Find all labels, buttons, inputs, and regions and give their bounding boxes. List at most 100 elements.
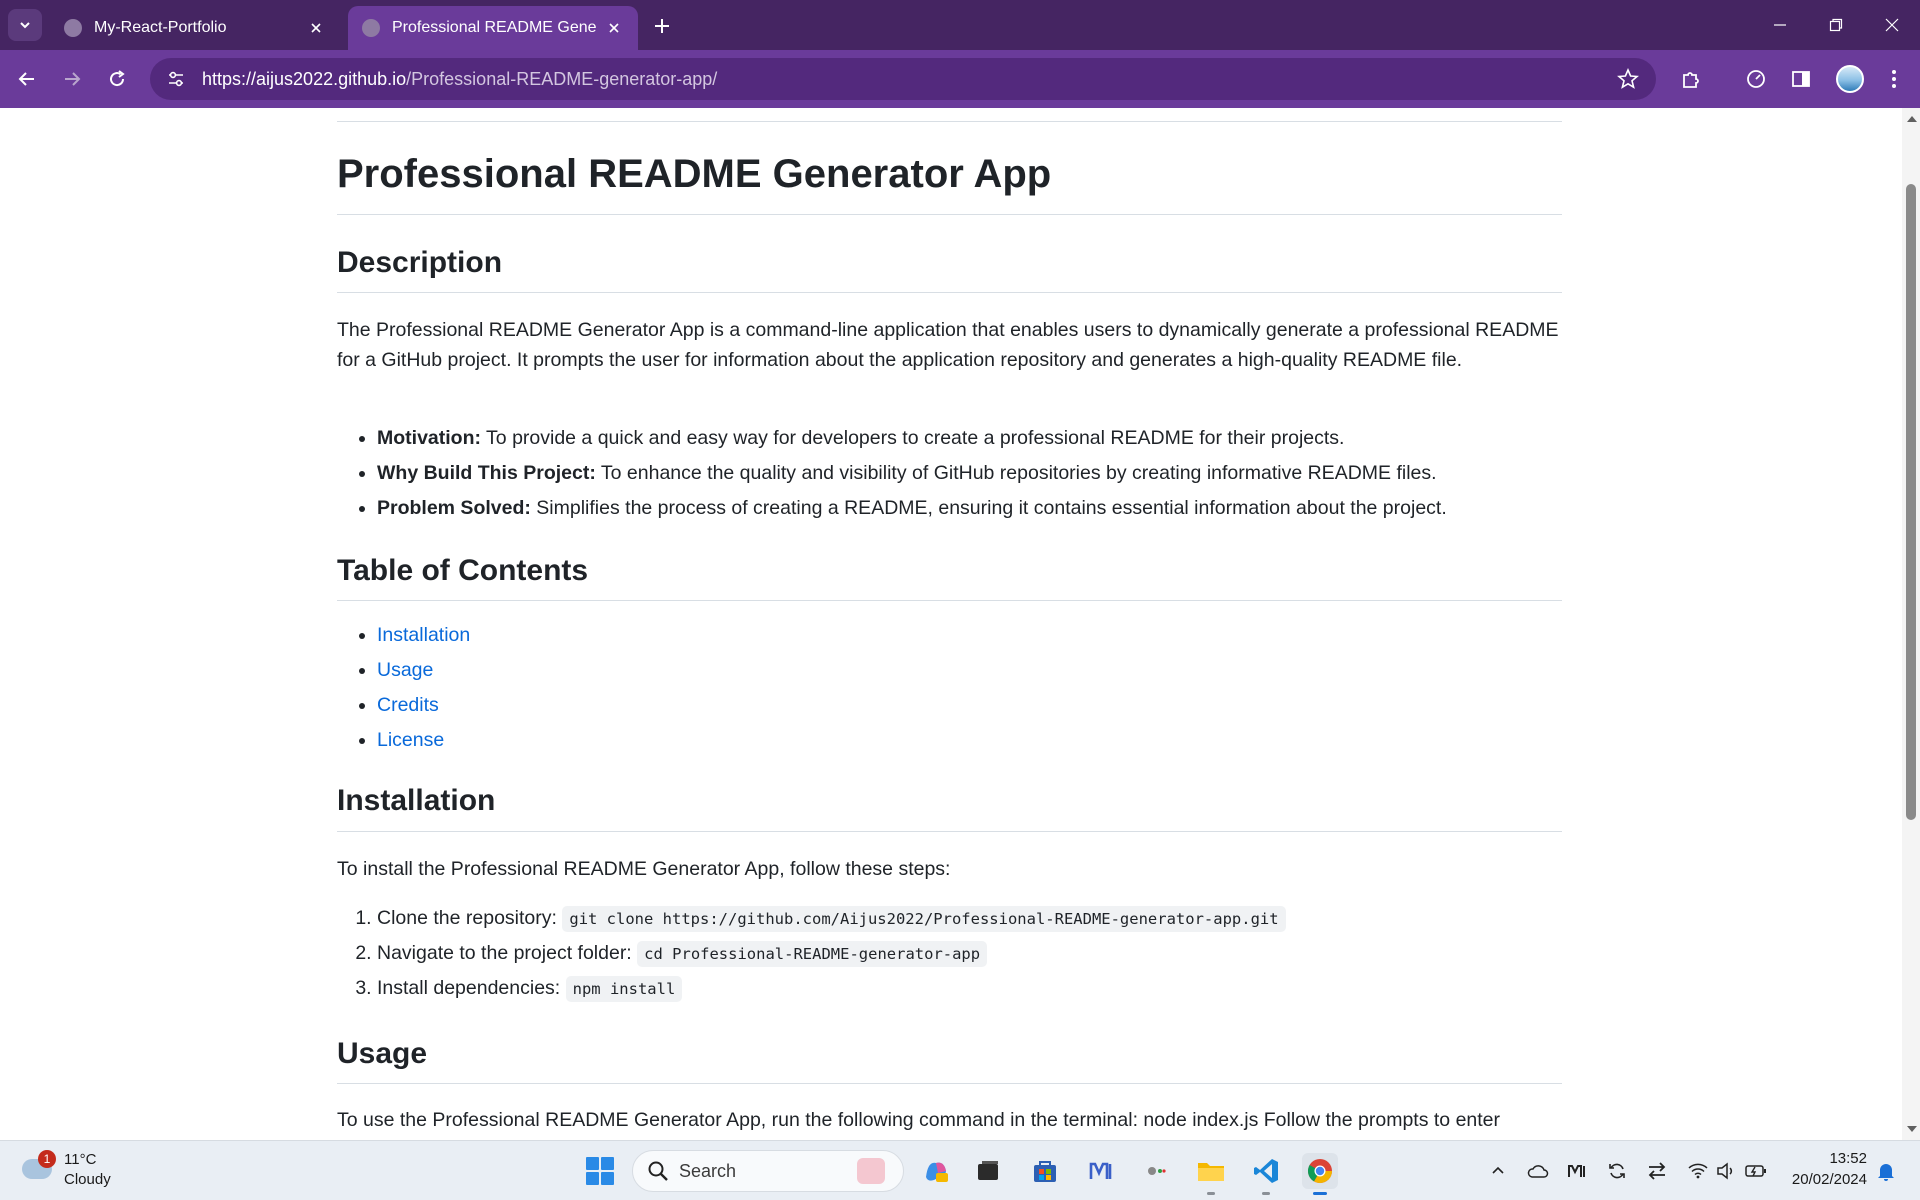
scroll-up-arrow-icon[interactable] — [1907, 116, 1917, 122]
colorful-app-icon[interactable] — [1138, 1153, 1174, 1189]
weather-condition: Cloudy — [64, 1171, 111, 1188]
arrow-right-icon — [65, 72, 81, 86]
section-heading-installation: Installation — [337, 784, 496, 817]
weather-widget[interactable]: 1 11°C Cloudy — [22, 1149, 142, 1193]
close-tab-button[interactable] — [306, 18, 326, 38]
toc-link-license[interactable]: License — [377, 729, 444, 751]
list-item: Motivation: To provide a quick and easy … — [377, 421, 1562, 456]
side-panel-button[interactable] — [1785, 63, 1817, 95]
taskbar: 1 11°C Cloudy Search 13:52 20/02/2024 — [0, 1140, 1920, 1200]
weather-temperature: 11°C — [64, 1151, 97, 1168]
bookmark-button[interactable] — [1616, 67, 1640, 91]
transfer-icon[interactable] — [1645, 1159, 1669, 1183]
close-icon — [609, 23, 619, 33]
notification-bell-icon[interactable] — [1874, 1159, 1898, 1183]
list-item: Credits — [377, 688, 1562, 723]
toc-link-usage[interactable]: Usage — [377, 659, 433, 681]
scroll-down-arrow-icon[interactable] — [1907, 1126, 1917, 1132]
minimize-icon — [1774, 24, 1786, 26]
page-title: Professional README Generator App — [337, 152, 1052, 196]
bullet-text: To provide a quick and easy way for deve… — [480, 427, 1345, 449]
step-text: Install dependencies: — [377, 977, 566, 999]
tab-strip: My-React-Portfolio Professional README G… — [0, 0, 1920, 50]
back-button[interactable] — [11, 63, 43, 95]
list-item: Clone the repository: git clone https://… — [377, 901, 1562, 936]
notification-badge: 1 — [38, 1150, 56, 1168]
window-controls — [1752, 0, 1920, 50]
new-tab-button[interactable] — [648, 12, 676, 40]
divider — [337, 292, 1562, 293]
volume-icon[interactable] — [1714, 1159, 1738, 1183]
star-icon — [1617, 68, 1639, 89]
sync-icon[interactable] — [1605, 1159, 1629, 1183]
vscode-icon[interactable] — [1248, 1153, 1284, 1195]
reload-icon — [110, 70, 125, 87]
more-vertical-icon — [1892, 70, 1896, 88]
reload-button[interactable] — [101, 63, 133, 95]
file-explorer-icon[interactable] — [1193, 1153, 1229, 1195]
tray-app-icon[interactable] — [1565, 1159, 1589, 1183]
chevron-down-icon — [20, 22, 30, 29]
divider — [337, 831, 1562, 832]
bullet-label: Why Build This Project: — [377, 462, 596, 484]
chevron-up-icon[interactable] — [1486, 1159, 1510, 1183]
list-item: Installation — [377, 618, 1562, 653]
toc-link-credits[interactable]: Credits — [377, 694, 439, 716]
tab-title: Professional README Generator App — [392, 19, 596, 36]
close-window-button[interactable] — [1864, 0, 1920, 50]
microsoft-store-icon[interactable] — [1027, 1153, 1063, 1189]
scrollbar-thumb[interactable] — [1906, 184, 1916, 820]
page-viewport: Professional README Generator App Descri… — [0, 108, 1920, 1140]
profile-avatar[interactable] — [1836, 65, 1864, 93]
url-text: https://aijus2022.github.io/Professional… — [202, 69, 717, 90]
toc-list: Installation Usage Credits License — [377, 618, 1562, 758]
clock-date[interactable]: 20/02/2024 — [1785, 1171, 1867, 1188]
onedrive-icon[interactable] — [1526, 1159, 1550, 1183]
description-list: Motivation: To provide a quick and easy … — [377, 421, 1562, 526]
url-host: https://aijus2022.github.io — [202, 68, 407, 89]
media-app-icon[interactable] — [1083, 1153, 1119, 1189]
minimize-button[interactable] — [1752, 0, 1808, 50]
puzzle-icon — [1683, 72, 1699, 88]
battery-icon[interactable] — [1744, 1159, 1768, 1183]
site-info-button[interactable] — [156, 58, 196, 100]
start-button[interactable] — [586, 1157, 614, 1185]
close-tab-button[interactable] — [604, 18, 624, 38]
section-heading-toc: Table of Contents — [337, 554, 589, 587]
section-heading-description: Description — [337, 246, 503, 279]
extensions-button[interactable] — [1675, 63, 1707, 95]
usage-text: To use the Professional README Generator… — [337, 1109, 1501, 1131]
wifi-icon[interactable] — [1686, 1159, 1710, 1183]
list-item: Install dependencies: npm install — [377, 971, 1562, 1006]
clock-time[interactable]: 13:52 — [1785, 1150, 1867, 1167]
url-path: /Professional-README-generator-app/ — [406, 68, 718, 89]
restore-button[interactable] — [1808, 0, 1864, 50]
menu-button[interactable] — [1878, 63, 1910, 95]
chrome-icon[interactable] — [1302, 1153, 1338, 1195]
toc-link-installation[interactable]: Installation — [377, 624, 470, 646]
installation-steps: Clone the repository: git clone https://… — [377, 901, 1562, 1006]
tab-my-react-portfolio[interactable]: My-React-Portfolio — [50, 6, 340, 50]
globe-icon — [64, 19, 82, 37]
vertical-scrollbar[interactable] — [1902, 108, 1920, 1140]
copilot-app-icon[interactable] — [918, 1153, 954, 1189]
speedometer-icon — [1747, 70, 1765, 88]
bullet-label: Motivation: — [377, 427, 481, 449]
bullet-text: To enhance the quality and visibility of… — [595, 462, 1437, 484]
tab-professional-readme[interactable]: Professional README Generator App — [348, 6, 638, 50]
close-icon — [311, 23, 321, 33]
performance-button[interactable] — [1740, 63, 1772, 95]
forward-button[interactable] — [56, 63, 88, 95]
arrow-left-icon — [18, 72, 34, 86]
list-item: Problem Solved: Simplifies the process o… — [377, 491, 1562, 526]
taskbar-search[interactable]: Search — [632, 1150, 904, 1192]
divider — [337, 121, 1562, 122]
address-bar[interactable]: https://aijus2022.github.io/Professional… — [150, 58, 1656, 100]
search-icon — [645, 1158, 671, 1184]
divider — [337, 1083, 1562, 1084]
task-view-icon[interactable] — [970, 1153, 1006, 1189]
list-item: Usage — [377, 653, 1562, 688]
search-highlight-icon — [857, 1158, 885, 1184]
list-item: License — [377, 723, 1562, 758]
tab-search-button[interactable] — [8, 9, 42, 41]
